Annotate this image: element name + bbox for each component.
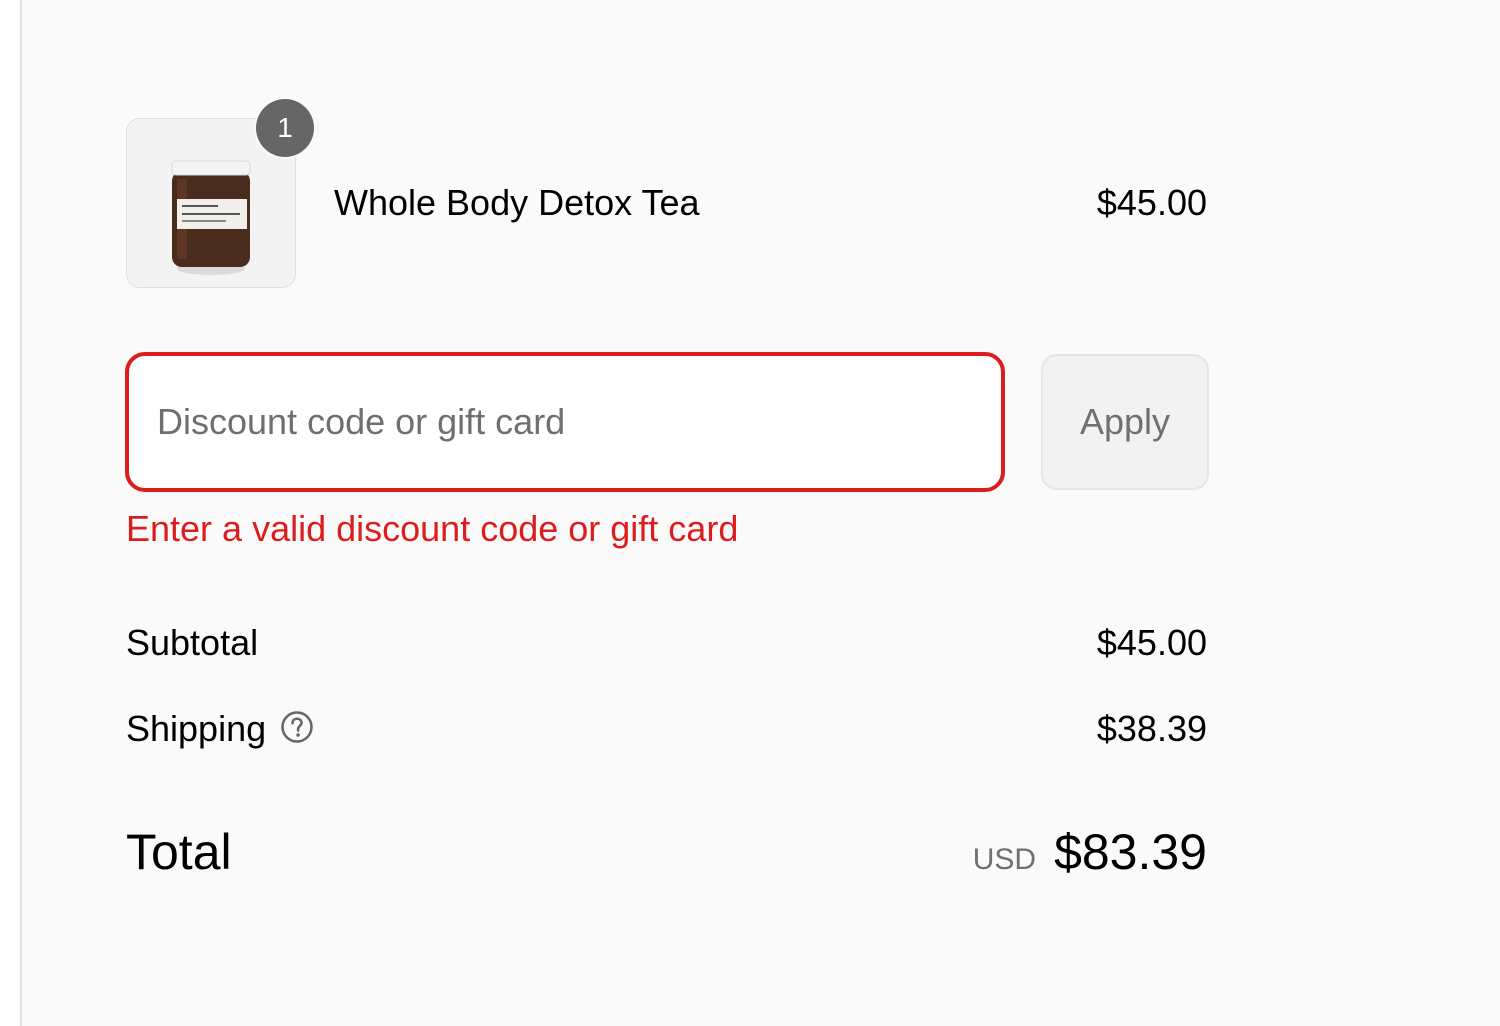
product-name: Whole Body Detox Tea <box>334 182 700 223</box>
shipping-value: $38.39 <box>1096 708 1207 749</box>
total-value: $83.39 <box>1054 824 1207 880</box>
order-summary-panel: 1 Whole Body Detox Tea $45.00 Apply Ente… <box>20 0 1500 1026</box>
shipping-row: Shipping <box>126 706 314 752</box>
discount-error-message: Enter a valid discount code or gift card <box>126 508 739 549</box>
total-label: Total <box>126 824 232 880</box>
total-amount: USD $83.39 <box>973 822 1207 882</box>
quantity-badge: 1 <box>256 99 314 157</box>
product-price: $45.00 <box>1096 182 1207 223</box>
apply-discount-button[interactable]: Apply <box>1041 354 1209 490</box>
shipping-label: Shipping <box>126 708 267 749</box>
question-circle-icon[interactable] <box>280 710 314 744</box>
subtotal-value: $45.00 <box>1096 622 1207 663</box>
discount-code-input[interactable] <box>125 352 1005 492</box>
currency-code: USD <box>972 843 1037 876</box>
subtotal-label: Subtotal <box>126 622 259 663</box>
